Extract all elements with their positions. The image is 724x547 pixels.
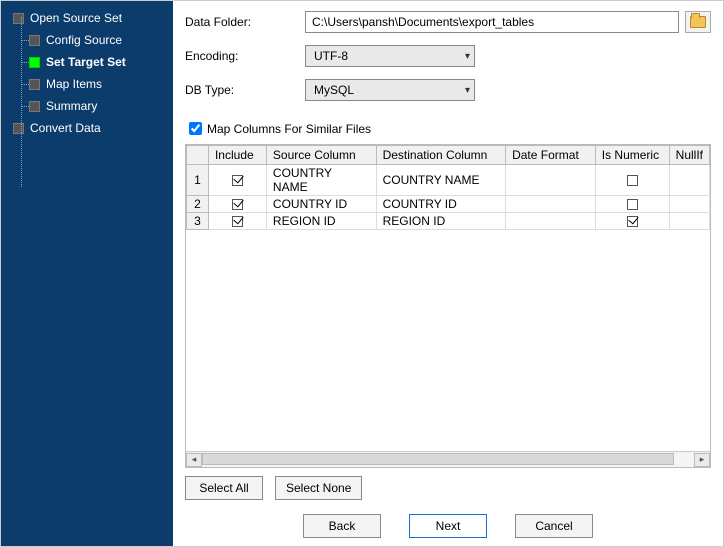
row-number[interactable]: 2 [187, 196, 209, 213]
cell-nullif[interactable] [669, 213, 709, 230]
dbtype-dropdown[interactable]: MySQL ▾ [305, 79, 475, 101]
map-columns-checkbox[interactable] [189, 122, 202, 135]
row-data-folder: Data Folder: [185, 11, 711, 33]
folder-icon [690, 16, 706, 28]
select-all-button[interactable]: Select All [185, 476, 263, 500]
nav-summary[interactable]: Summary [1, 95, 173, 117]
step-box-icon [13, 123, 24, 134]
data-folder-input[interactable] [305, 11, 679, 33]
checkbox-icon[interactable] [627, 175, 638, 186]
col-dest[interactable]: Destination Column [376, 146, 506, 165]
nav-convert-data[interactable]: Convert Data [1, 117, 173, 139]
nav-open-source-set[interactable]: Open Source Set [1, 7, 173, 29]
nav-map-items[interactable]: Map Items [1, 73, 173, 95]
next-button[interactable]: Next [409, 514, 487, 538]
checkbox-icon[interactable] [232, 175, 243, 186]
nav-label: Set Target Set [46, 55, 126, 69]
nav-label: Open Source Set [30, 11, 122, 25]
row-number[interactable]: 3 [187, 213, 209, 230]
nav-set-target-set[interactable]: Set Target Set [1, 51, 173, 73]
cell-dest[interactable]: COUNTRY NAME [376, 165, 506, 196]
nav-config-source[interactable]: Config Source [1, 29, 173, 51]
step-box-icon [13, 13, 24, 24]
cell-dest[interactable]: REGION ID [376, 213, 506, 230]
columns-grid: Include Source Column Destination Column… [185, 144, 711, 468]
cell-datefmt[interactable] [506, 165, 596, 196]
cell-source[interactable]: REGION ID [266, 213, 376, 230]
chevron-down-icon: ▾ [465, 85, 470, 96]
nav-label: Config Source [46, 33, 122, 47]
nav-label: Convert Data [30, 121, 101, 135]
scroll-thumb[interactable] [202, 453, 674, 465]
grid-empty-area [186, 230, 710, 451]
app-window: Open Source Set Config Source Set Target… [0, 0, 724, 547]
row-number[interactable]: 1 [187, 165, 209, 196]
cell-datefmt[interactable] [506, 213, 596, 230]
cancel-button[interactable]: Cancel [515, 514, 593, 538]
checkbox-icon[interactable] [627, 216, 638, 227]
cell-isnum[interactable] [595, 196, 669, 213]
step-box-icon [29, 57, 40, 68]
cell-isnum[interactable] [595, 213, 669, 230]
cell-include[interactable] [208, 213, 266, 230]
scroll-track[interactable] [202, 453, 694, 467]
cell-dest[interactable]: COUNTRY ID [376, 196, 506, 213]
cell-nullif[interactable] [669, 196, 709, 213]
wizard-sidebar: Open Source Set Config Source Set Target… [1, 1, 173, 546]
table-row[interactable]: 3 REGION IDREGION ID [187, 213, 710, 230]
checkbox-icon[interactable] [232, 216, 243, 227]
wizard-nav-buttons: Back Next Cancel [185, 514, 711, 538]
nav-label: Map Items [46, 77, 102, 91]
columns-table: Include Source Column Destination Column… [186, 145, 710, 230]
dbtype-value: MySQL [314, 83, 354, 97]
encoding-label: Encoding: [185, 49, 305, 63]
grid-horizontal-scrollbar[interactable]: ◂ ▸ [186, 451, 710, 467]
selection-buttons: Select All Select None [185, 476, 711, 500]
checkbox-icon[interactable] [627, 199, 638, 210]
chevron-down-icon: ▾ [465, 51, 470, 62]
browse-folder-button[interactable] [685, 11, 711, 33]
select-none-button[interactable]: Select None [275, 476, 362, 500]
checkbox-icon[interactable] [232, 199, 243, 210]
col-isnum[interactable]: Is Numeric [595, 146, 669, 165]
cell-source[interactable]: COUNTRY NAME [266, 165, 376, 196]
main-panel: Data Folder: Encoding: UTF-8 ▾ DB Type: … [173, 1, 723, 546]
cell-include[interactable] [208, 196, 266, 213]
map-columns-checkbox-row[interactable]: Map Columns For Similar Files [185, 119, 711, 138]
encoding-value: UTF-8 [314, 49, 348, 63]
cell-source[interactable]: COUNTRY ID [266, 196, 376, 213]
row-dbtype: DB Type: MySQL ▾ [185, 79, 711, 101]
map-columns-label: Map Columns For Similar Files [207, 122, 371, 136]
step-box-icon [29, 79, 40, 90]
cell-nullif[interactable] [669, 165, 709, 196]
cell-datefmt[interactable] [506, 196, 596, 213]
nav-label: Summary [46, 99, 97, 113]
step-box-icon [29, 35, 40, 46]
col-rownum[interactable] [187, 146, 209, 165]
col-datefmt[interactable]: Date Format [506, 146, 596, 165]
encoding-dropdown[interactable]: UTF-8 ▾ [305, 45, 475, 67]
scroll-left-icon[interactable]: ◂ [186, 453, 202, 467]
cell-include[interactable] [208, 165, 266, 196]
cell-isnum[interactable] [595, 165, 669, 196]
back-button[interactable]: Back [303, 514, 381, 538]
table-row[interactable]: 1 COUNTRY NAMECOUNTRY NAME [187, 165, 710, 196]
step-box-icon [29, 101, 40, 112]
scroll-right-icon[interactable]: ▸ [694, 453, 710, 467]
col-include[interactable]: Include [208, 146, 266, 165]
data-folder-label: Data Folder: [185, 15, 305, 29]
col-source[interactable]: Source Column [266, 146, 376, 165]
table-row[interactable]: 2 COUNTRY IDCOUNTRY ID [187, 196, 710, 213]
dbtype-label: DB Type: [185, 83, 305, 97]
col-nullif[interactable]: NullIf [669, 146, 709, 165]
row-encoding: Encoding: UTF-8 ▾ [185, 45, 711, 67]
